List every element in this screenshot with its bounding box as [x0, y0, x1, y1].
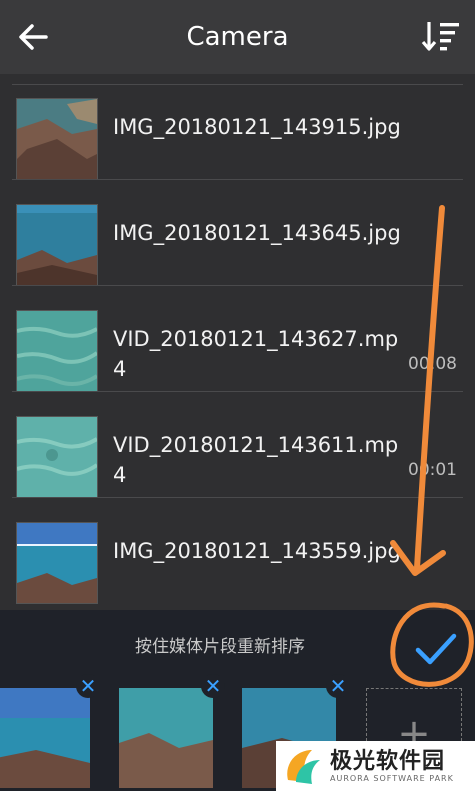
aurora-logo-icon — [287, 750, 320, 784]
remove-clip-button[interactable]: ✕ — [326, 674, 350, 698]
file-name: IMG_20180121_143915.jpg — [113, 115, 401, 139]
annotation-arrow — [390, 205, 446, 576]
remove-clip-button[interactable]: ✕ — [201, 674, 225, 698]
list-item[interactable]: IMG_20180121_143915.jpg — [0, 74, 475, 180]
thumbnail-image — [16, 98, 98, 180]
remove-clip-button[interactable]: ✕ — [76, 674, 100, 698]
clip-thumbnail — [119, 688, 213, 788]
file-name: VID_20180121_143611.mp4 — [113, 433, 399, 487]
page-title: Camera — [186, 22, 289, 52]
thumbnail-video — [16, 416, 98, 498]
annotation-circle — [390, 602, 474, 687]
thumbnail-video — [16, 310, 98, 392]
reorder-hint: 按住媒体片段重新排序 — [135, 637, 305, 657]
watermark-brand: 极光软件园 — [330, 749, 446, 774]
thumbnail-image — [16, 204, 98, 286]
file-name: VID_20180121_143627.mp4 — [113, 327, 399, 381]
watermark-sub: AURORA SOFTWARE PARK — [330, 774, 454, 783]
app-header: Camera — [0, 0, 475, 74]
sort-icon[interactable] — [421, 18, 461, 54]
file-name: IMG_20180121_143645.jpg — [113, 221, 401, 245]
selected-clip[interactable]: ✕ — [119, 674, 225, 788]
watermark: 极光软件园 AURORA SOFTWARE PARK — [276, 741, 475, 791]
selected-clip[interactable]: ✕ — [0, 674, 100, 788]
thumbnail-image — [16, 522, 98, 604]
file-name: IMG_20180121_143559.jpg — [113, 539, 401, 563]
clip-thumbnail — [0, 688, 90, 788]
